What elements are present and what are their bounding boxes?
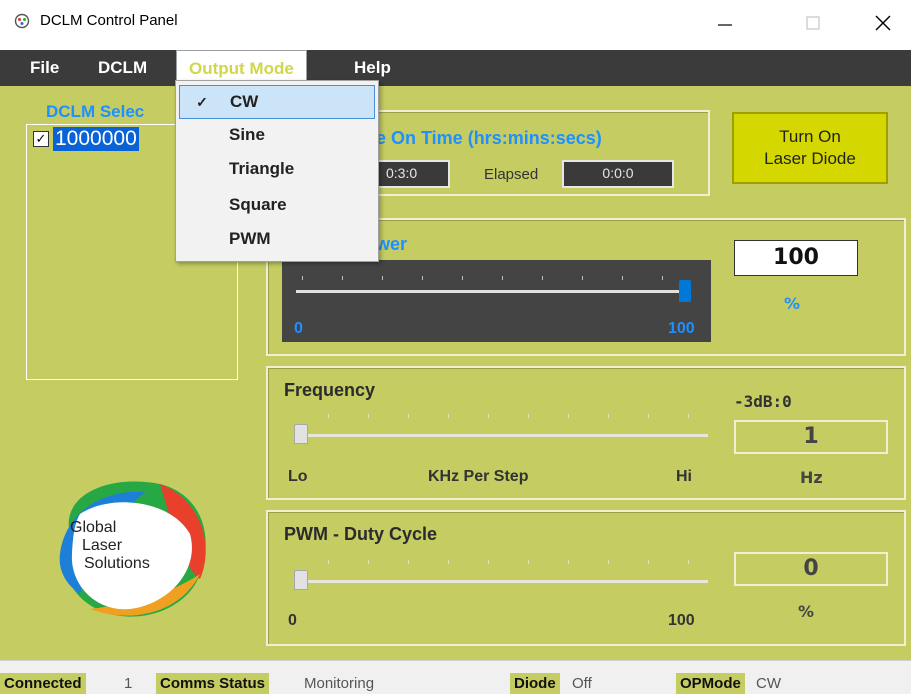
- output-mode-triangle-label: Triangle: [229, 159, 295, 178]
- pwm-slider[interactable]: [288, 554, 708, 594]
- company-logo: Global Laser Solutions: [59, 481, 206, 617]
- pwm-panel: PWM - Duty Cycle 0 0 100 %: [266, 510, 906, 646]
- frequency-title: Frequency: [284, 380, 376, 400]
- window-title: DCLM Control Panel: [40, 12, 178, 29]
- status-connected-label: Connected: [0, 673, 86, 694]
- frequency-lo-label: Lo: [288, 468, 308, 485]
- logo-line2: Laser: [82, 537, 123, 554]
- app-icon: [14, 13, 30, 29]
- title-bar: DCLM Control Panel: [0, 0, 911, 46]
- output-mode-pwm[interactable]: PWM: [179, 223, 375, 257]
- power-slider-thumb[interactable]: [679, 280, 691, 302]
- frequency-panel: Frequency -3dB:0 1 Lo KHz Per Step Hi Hz: [266, 366, 906, 500]
- status-opmode-label: OPMode: [676, 673, 745, 694]
- check-icon: ✓: [196, 94, 208, 110]
- pwm-value-field[interactable]: 0: [734, 552, 888, 586]
- pwm-unit: %: [798, 602, 815, 621]
- list-item[interactable]: ✓ 1000000: [33, 127, 139, 151]
- minimize-icon: [718, 24, 732, 26]
- main-panel: DCLM Selec ✓ 1000000 Global Laser Soluti…: [0, 86, 911, 660]
- status-diode-value: Off: [572, 675, 592, 692]
- power-unit: %: [784, 294, 801, 313]
- pwm-max-label: 100: [668, 612, 695, 629]
- pwm-slider-thumb[interactable]: [294, 570, 308, 590]
- status-diode-label: Diode: [510, 673, 560, 694]
- frequency-slider-thumb[interactable]: [294, 424, 308, 444]
- output-mode-square[interactable]: Square: [179, 189, 375, 223]
- power-max-label: 100: [668, 320, 695, 337]
- status-opmode-value: CW: [756, 675, 781, 692]
- status-comms-label: Comms Status: [156, 673, 270, 694]
- turn-on-line1: Turn On: [779, 127, 841, 146]
- device-serial: 1000000: [53, 127, 139, 151]
- frequency-db-label: -3dB:0: [734, 392, 792, 411]
- logo-line3: Solutions: [84, 555, 150, 572]
- status-connected-value: 1: [124, 675, 133, 692]
- turn-on-laser-diode-button[interactable]: Turn On Laser Diode: [732, 112, 888, 184]
- device-checkbox[interactable]: ✓: [33, 131, 49, 147]
- power-slider[interactable]: 0 100: [282, 260, 711, 342]
- output-mode-cw[interactable]: ✓ CW: [179, 85, 375, 119]
- menu-file[interactable]: File: [20, 50, 69, 86]
- pwm-title: PWM - Duty Cycle: [284, 524, 438, 544]
- output-mode-triangle[interactable]: Triangle: [179, 153, 375, 187]
- power-value-field[interactable]: 100: [734, 240, 858, 276]
- power-min-label: 0: [294, 320, 303, 337]
- menu-dclm[interactable]: DCLM: [88, 50, 157, 86]
- frequency-hi-label: Hi: [676, 468, 692, 485]
- output-mode-dropdown: ✓ CW Sine Triangle Square PWM: [175, 80, 379, 262]
- elapsed-field: 0:0:0: [562, 160, 674, 188]
- minimize-button[interactable]: [697, 0, 753, 46]
- frequency-slider[interactable]: [288, 408, 708, 448]
- output-mode-sine-label: Sine: [229, 125, 265, 144]
- elapsed-label: Elapsed: [484, 166, 539, 183]
- dclm-select-label: DCLM Selec: [46, 102, 145, 121]
- output-mode-pwm-label: PWM: [229, 229, 271, 248]
- power-title: wer: [376, 234, 408, 254]
- maximize-icon: [806, 16, 820, 30]
- output-mode-cw-label: CW: [230, 92, 259, 111]
- on-time-title: e On Time (hrs:mins:secs): [376, 128, 602, 148]
- menu-bar: File DCLM Output Mode Help: [0, 50, 911, 86]
- status-bar: Connected 1 Comms Status Monitoring Diod…: [0, 660, 911, 694]
- close-icon: [875, 15, 891, 31]
- maximize-button[interactable]: [785, 0, 841, 46]
- close-button[interactable]: [855, 0, 911, 46]
- turn-on-line2: Laser Diode: [764, 149, 856, 168]
- frequency-step-label: KHz Per Step: [428, 468, 529, 485]
- logo-line1: Global: [70, 519, 116, 536]
- output-mode-sine[interactable]: Sine: [179, 119, 375, 153]
- output-mode-square-label: Square: [229, 195, 287, 214]
- status-comms-value: Monitoring: [304, 675, 375, 692]
- frequency-value-field[interactable]: 1: [734, 420, 888, 454]
- frequency-unit: Hz: [800, 468, 823, 487]
- pwm-min-label: 0: [288, 612, 297, 629]
